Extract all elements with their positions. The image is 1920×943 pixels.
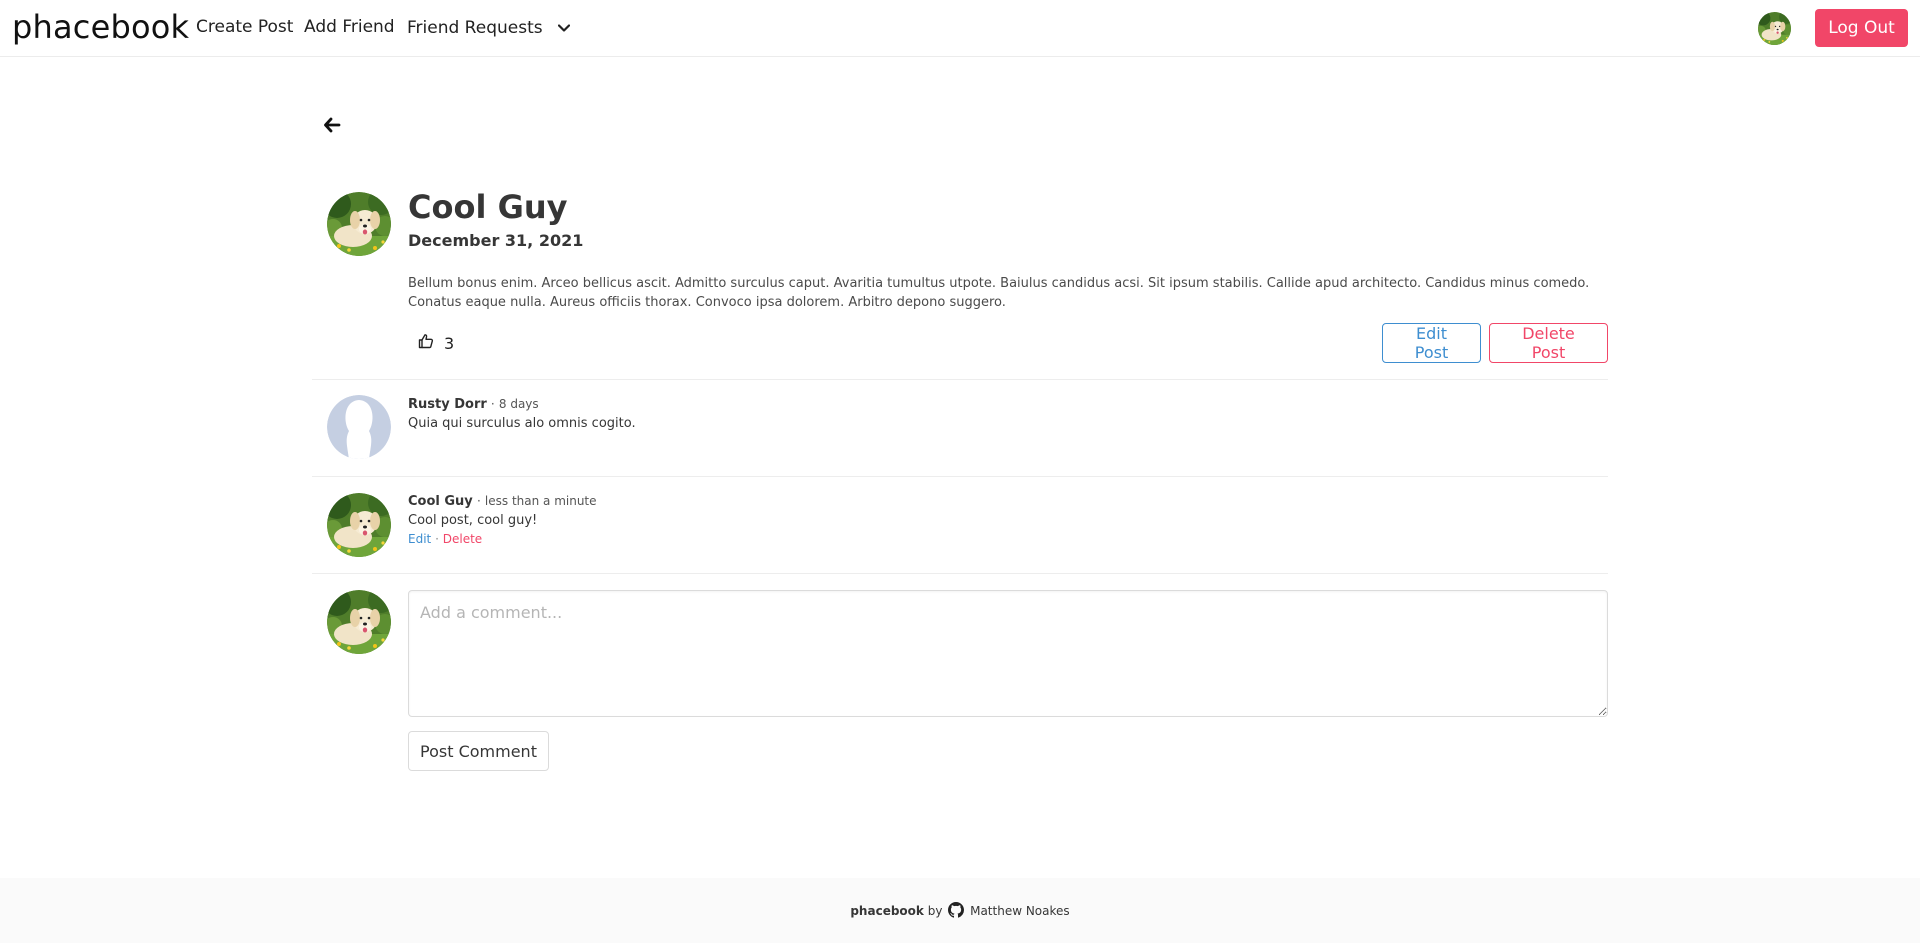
divider	[312, 573, 1608, 574]
post-author-avatar	[327, 192, 391, 256]
github-icon[interactable]	[948, 902, 965, 918]
comment-author[interactable]: Cool Guy	[408, 494, 473, 509]
comment-text: Quia qui surculus alo omnis cogito.	[408, 416, 636, 431]
footer: phacebook by Matthew Noakes	[0, 878, 1920, 943]
comment-time: less than a minute	[484, 494, 597, 508]
comment-header: Cool Guy · less than a minute	[408, 494, 597, 509]
comment-separator: ·	[476, 494, 481, 508]
like-count: 3	[444, 333, 455, 353]
footer-brand: phacebook	[850, 904, 924, 918]
brand-logo[interactable]: phacebook	[12, 8, 189, 46]
divider	[312, 379, 1608, 380]
nav-add-friend[interactable]: Add Friend	[304, 17, 395, 37]
post-body: Bellum bonus enim. Arceo bellicus ascit.…	[408, 276, 1590, 310]
current-user-avatar	[327, 590, 391, 654]
delete-comment-link[interactable]: Delete	[443, 532, 482, 546]
arrow-left-icon[interactable]	[323, 116, 341, 134]
edit-post-button[interactable]: Edit Post	[1382, 323, 1481, 363]
footer-by: by	[927, 904, 943, 918]
logout-button[interactable]: Log Out	[1815, 9, 1908, 47]
nav-friend-requests-label: Friend Requests	[407, 18, 543, 38]
comment-avatar-placeholder	[327, 395, 391, 459]
footer-credit: phacebook by Matthew Noakes	[0, 902, 1920, 918]
comment-text: Cool post, cool guy!	[408, 513, 538, 528]
comment-action-separator: ·	[435, 532, 439, 546]
delete-post-button[interactable]: Delete Post	[1489, 323, 1608, 363]
comment-header: Rusty Dorr · 8 days	[408, 397, 539, 412]
comment-author[interactable]: Rusty Dorr	[408, 397, 487, 412]
like-button[interactable]: 3	[418, 331, 454, 355]
nav-friend-requests[interactable]: Friend Requests	[407, 17, 571, 38]
thumbs-up-icon	[418, 333, 434, 353]
post-author[interactable]: Cool Guy	[408, 188, 567, 226]
edit-comment-link[interactable]: Edit	[408, 532, 431, 546]
comment-separator: ·	[490, 397, 495, 411]
navbar: phacebook Create Post Add Friend Friend …	[0, 0, 1920, 57]
footer-author-link[interactable]: Matthew Noakes	[970, 904, 1070, 918]
chevron-down-icon	[557, 17, 571, 37]
comment-time: 8 days	[498, 397, 539, 411]
user-avatar[interactable]	[1758, 12, 1791, 45]
comment-author-avatar	[327, 493, 391, 557]
nav-create-post[interactable]: Create Post	[196, 17, 293, 37]
post-comment-button[interactable]: Post Comment	[408, 731, 549, 771]
comment-actions: Edit · Delete	[408, 532, 482, 546]
post-date: December 31, 2021	[408, 231, 584, 250]
comment-input[interactable]	[408, 590, 1608, 717]
divider	[312, 476, 1608, 477]
